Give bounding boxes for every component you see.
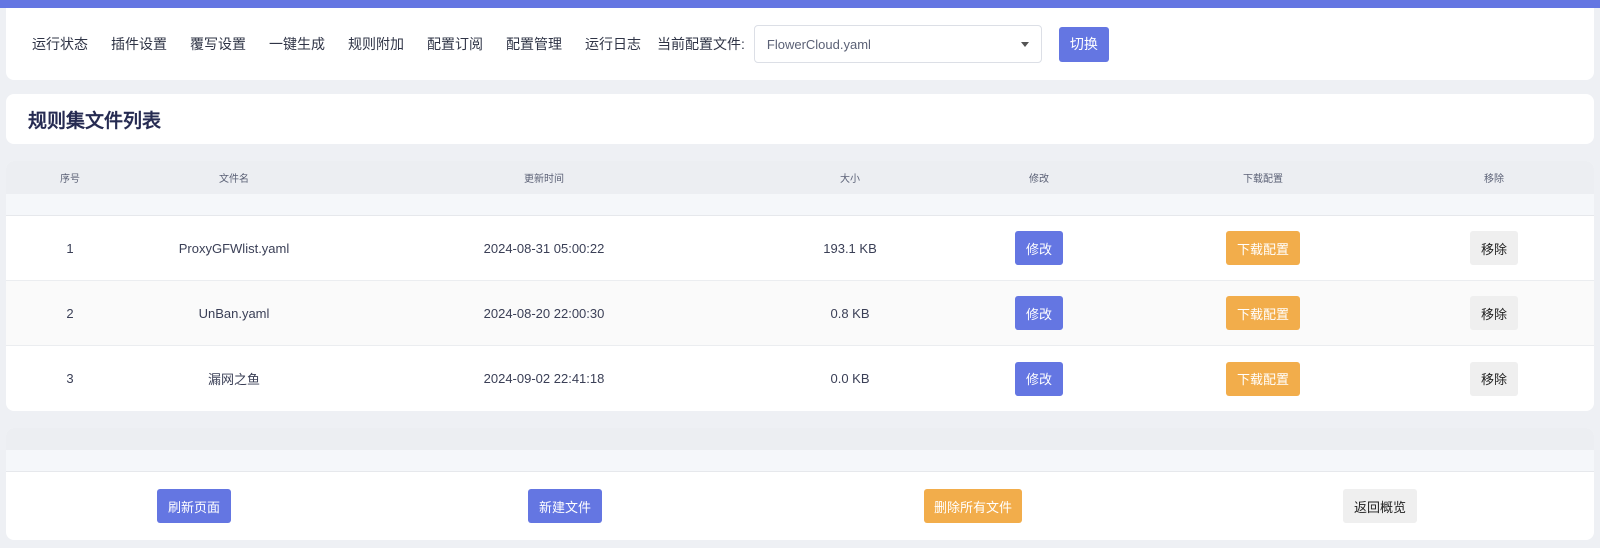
title-card: 规则集文件列表 bbox=[6, 94, 1594, 144]
row-updated: 2024-09-02 22:41:18 bbox=[483, 371, 605, 386]
edit-button[interactable]: 修改 bbox=[1015, 361, 1063, 396]
row-updated: 2024-08-20 22:00:30 bbox=[483, 305, 605, 321]
caret-down-icon bbox=[1020, 41, 1029, 47]
page-title: 规则集文件列表 bbox=[28, 110, 162, 132]
col-header-index: 序号 bbox=[60, 174, 80, 185]
edit-button[interactable]: 修改 bbox=[1015, 231, 1063, 265]
switch-config-button[interactable]: 切换 bbox=[1058, 26, 1109, 62]
table-row: 3 漏网之鱼 2024-09-02 22:41:18 0.0 KB 修改 下载配… bbox=[6, 346, 1594, 411]
table-row: 1 ProxyGFWlist.yaml 2024-08-31 05:00:22 … bbox=[6, 216, 1594, 281]
nav-item-config-subscription[interactable]: 配置订阅 bbox=[427, 34, 483, 54]
nav-item-config-management[interactable]: 配置管理 bbox=[506, 34, 562, 54]
nav-item-run-status[interactable]: 运行状态 bbox=[32, 34, 88, 54]
row-updated: 2024-08-31 05:00:22 bbox=[483, 240, 605, 256]
row-index: 1 bbox=[66, 240, 74, 256]
config-file-select[interactable]: FlowerCloud.yaml bbox=[753, 25, 1042, 63]
footer-header-strip bbox=[6, 428, 1594, 450]
row-filename: ProxyGFWlist.yaml bbox=[178, 240, 290, 256]
footer-spacer bbox=[6, 450, 1594, 472]
remove-button[interactable]: 移除 bbox=[1470, 231, 1518, 265]
edit-button[interactable]: 修改 bbox=[1015, 296, 1063, 330]
col-header-filename: 文件名 bbox=[219, 174, 249, 185]
remove-button[interactable]: 移除 bbox=[1470, 361, 1518, 396]
download-config-button[interactable]: 下载配置 bbox=[1226, 361, 1300, 396]
row-filename: UnBan.yaml bbox=[198, 305, 270, 321]
col-header-size: 大小 bbox=[840, 174, 860, 185]
row-index: 3 bbox=[66, 371, 74, 386]
footer-actions-card: 刷新页面 新建文件 删除所有文件 返回概览 bbox=[6, 428, 1594, 540]
footer-actions: 刷新页面 新建文件 删除所有文件 返回概览 bbox=[6, 472, 1594, 540]
table-spacer bbox=[6, 194, 1594, 216]
back-to-overview-button[interactable]: 返回概览 bbox=[1343, 489, 1417, 523]
new-file-button[interactable]: 新建文件 bbox=[528, 489, 602, 523]
config-file-label: 当前配置文件: bbox=[657, 36, 745, 52]
nav-item-override-settings[interactable]: 覆写设置 bbox=[190, 34, 246, 54]
nav-item-run-log[interactable]: 运行日志 bbox=[585, 34, 641, 54]
rules-table: 序号 文件名 更新时间 大小 修改 下载配置 移除 1 ProxyGFWlist… bbox=[6, 161, 1594, 411]
remove-button[interactable]: 移除 bbox=[1470, 296, 1518, 330]
table-header: 序号 文件名 更新时间 大小 修改 下载配置 移除 bbox=[6, 161, 1594, 194]
col-header-updated: 更新时间 bbox=[524, 174, 564, 185]
row-size: 193.1 KB bbox=[823, 240, 877, 256]
refresh-page-button[interactable]: 刷新页面 bbox=[157, 489, 231, 523]
col-header-edit: 修改 bbox=[1029, 174, 1049, 185]
row-size: 0.8 KB bbox=[830, 305, 870, 321]
download-config-button[interactable]: 下载配置 bbox=[1226, 231, 1300, 265]
row-filename: 漏网之鱼 bbox=[207, 372, 260, 387]
col-header-download: 下载配置 bbox=[1243, 174, 1283, 185]
config-file-value: FlowerCloud.yaml bbox=[766, 36, 871, 52]
delete-all-files-button[interactable]: 删除所有文件 bbox=[924, 489, 1022, 523]
col-header-remove: 移除 bbox=[1484, 174, 1504, 185]
nav-item-one-click-generate[interactable]: 一键生成 bbox=[269, 34, 325, 54]
top-accent-bar bbox=[0, 0, 1600, 8]
download-config-button[interactable]: 下载配置 bbox=[1226, 296, 1300, 330]
table-row: 2 UnBan.yaml 2024-08-20 22:00:30 0.8 KB … bbox=[6, 281, 1594, 346]
row-size: 0.0 KB bbox=[830, 371, 870, 386]
nav-item-rule-append[interactable]: 规则附加 bbox=[348, 34, 404, 54]
nav-item-plugin-settings[interactable]: 插件设置 bbox=[111, 34, 167, 54]
row-index: 2 bbox=[66, 305, 74, 321]
top-nav: 运行状态 插件设置 覆写设置 一键生成 规则附加 配置订阅 配置管理 运行日志 … bbox=[6, 8, 1594, 80]
